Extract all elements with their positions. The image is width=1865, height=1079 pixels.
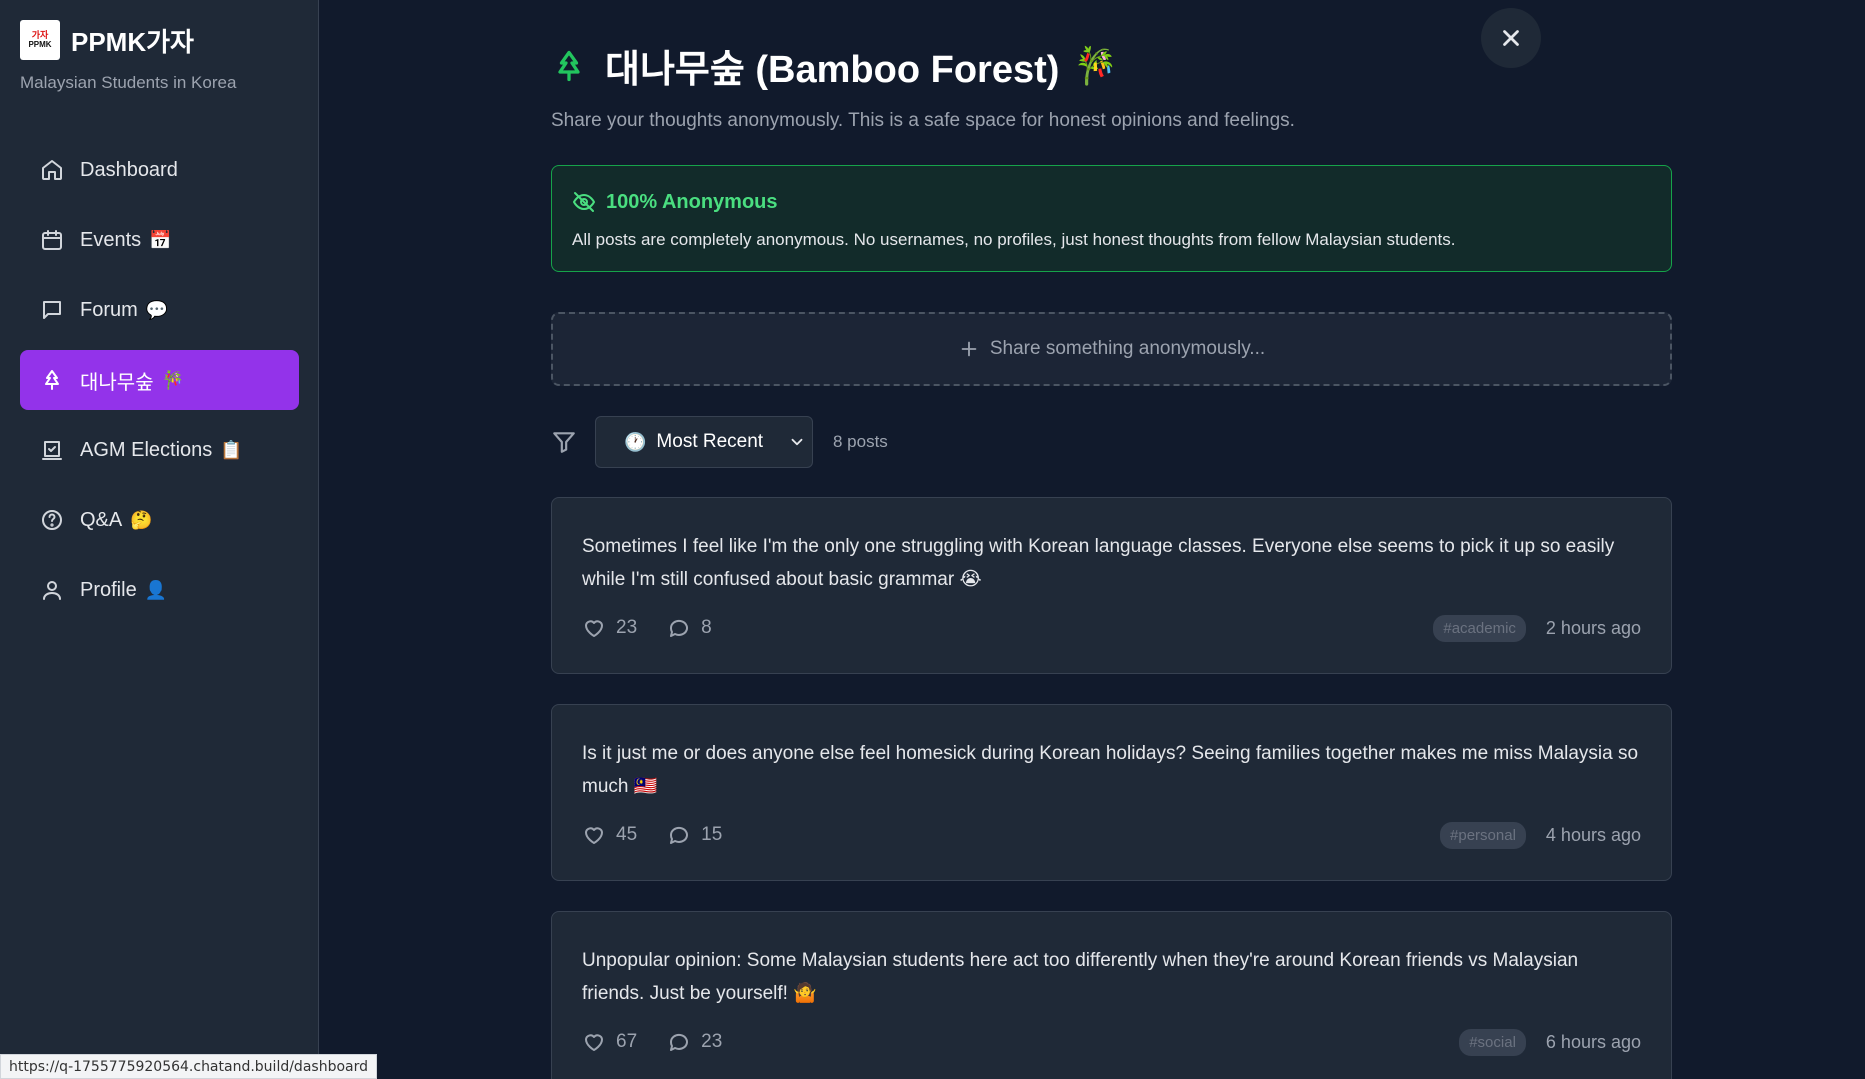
clock-icon: 🕐: [624, 431, 647, 452]
post-list: Sometimes I feel like I'm the only one s…: [551, 497, 1672, 1079]
share-label: Share something anonymously...: [989, 338, 1266, 359]
page-title: 대나무숲 (Bamboo Forest): [605, 49, 1060, 91]
post-card[interactable]: Is it just me or does anyone else feel h…: [551, 704, 1672, 881]
sidebar-item-label: Forum: [80, 298, 138, 321]
post-actions: 67 23: [582, 1030, 752, 1054]
sidebar-item-qna[interactable]: Q&A 🤔: [20, 490, 299, 550]
sidebar-item-dashboard[interactable]: Dashboard: [20, 140, 299, 200]
post-timestamp: 4 hours ago: [1545, 825, 1641, 845]
close-icon: [1503, 30, 1519, 46]
bamboo-emoji-icon: 🎋: [1073, 44, 1119, 86]
like-button[interactable]: 23: [582, 616, 637, 640]
comment-count: 8: [701, 617, 712, 638]
comment-icon: [670, 1033, 689, 1051]
post-card[interactable]: Unpopular opinion: Some Malaysian studen…: [551, 911, 1672, 1079]
user-icon: [43, 581, 61, 600]
post-timestamp: 2 hours ago: [1545, 618, 1641, 638]
sidebar-nav: Dashboard Events 📅 Forum 💬 대나무숲 🎋 AGM El…: [20, 140, 299, 630]
sidebar-item-label: Profile: [80, 578, 137, 601]
sidebar-item-profile[interactable]: Profile 👤: [20, 560, 299, 620]
sidebar-item-label: AGM Elections: [80, 438, 213, 461]
heart-icon: [585, 620, 603, 637]
brand-subtitle: Malaysian Students in Korea: [20, 73, 237, 92]
sidebar: 가자 PPMK PPMK가자 Malaysian Students in Kor…: [0, 0, 319, 1079]
post-tag[interactable]: #social: [1459, 1029, 1526, 1056]
logo-text-top: 가자: [31, 30, 49, 40]
anonymous-notice: 100% Anonymous All posts are completely …: [551, 165, 1672, 272]
vote-icon: [42, 441, 62, 460]
brand-name: PPMK가자: [71, 26, 194, 57]
clipboard-emoji-icon: 📋: [220, 439, 243, 460]
brand[interactable]: 가자 PPMK PPMK가자: [20, 20, 194, 60]
sidebar-item-label: Events: [80, 228, 142, 251]
anonymous-notice-header: 100% Anonymous: [572, 190, 778, 214]
post-actions: 45 15: [582, 823, 752, 847]
post-meta: #personal 4 hours ago: [1440, 822, 1641, 849]
sidebar-item-agm-elections[interactable]: AGM Elections 📋: [20, 420, 299, 480]
sidebar-item-bamboo-forest[interactable]: 대나무숲 🎋: [20, 350, 299, 410]
post-text: Sometimes I feel like I'm the only one s…: [582, 536, 1615, 590]
comment-icon: [670, 619, 689, 637]
comment-count: 23: [701, 1031, 723, 1052]
sidebar-item-label: 대나무숲: [80, 371, 154, 394]
post-tag[interactable]: #academic: [1433, 615, 1526, 642]
page-header: 대나무숲 (Bamboo Forest) 🎋: [551, 38, 1118, 93]
user-emoji-icon: 👤: [144, 579, 168, 600]
bamboo-emoji-icon: 🎋: [161, 369, 185, 390]
share-anonymously-button[interactable]: Share something anonymously...: [551, 312, 1672, 386]
sidebar-item-events[interactable]: Events 📅: [20, 210, 299, 270]
comment-icon: [670, 826, 689, 844]
anonymous-notice-title: 100% Anonymous: [606, 190, 778, 213]
post-tag[interactable]: #personal: [1440, 822, 1526, 849]
message-square-icon: [43, 301, 61, 319]
sidebar-item-label: Dashboard: [80, 158, 178, 181]
status-bar-url: https://q-1755775920564.chatand.build/da…: [0, 1054, 377, 1079]
brand-logo: 가자 PPMK: [20, 20, 60, 60]
post-count: 8 posts: [833, 432, 888, 451]
sidebar-item-label: Q&A: [80, 508, 123, 531]
post-text: Unpopular opinion: Some Malaysian studen…: [582, 950, 1579, 1004]
sort-select[interactable]: 🕐 Most Recent: [595, 416, 813, 468]
tree-icon: [558, 50, 580, 81]
chevron-down-icon: [791, 438, 803, 446]
comment-button[interactable]: 15: [667, 823, 722, 847]
sort-select-value: Most Recent: [656, 431, 764, 452]
post-timestamp: 6 hours ago: [1545, 1032, 1641, 1052]
logo-text-bottom: PPMK: [28, 40, 52, 49]
thinking-emoji-icon: 🤔: [130, 509, 153, 530]
heart-icon: [585, 827, 603, 844]
eye-off-icon: [573, 192, 595, 212]
heart-icon: [585, 1034, 603, 1051]
speech-bubble-emoji-icon: 💬: [145, 299, 169, 320]
calendar-icon: [42, 230, 62, 250]
like-count: 45: [616, 824, 638, 845]
like-count: 67: [616, 1031, 638, 1052]
like-button[interactable]: 45: [582, 823, 637, 847]
tree-icon: [45, 370, 59, 390]
app-root: 가자 PPMK PPMK가자 Malaysian Students in Kor…: [0, 0, 1865, 1079]
calendar-emoji-icon: 📅: [149, 229, 172, 250]
like-count: 23: [616, 617, 638, 638]
comment-button[interactable]: 23: [667, 1030, 722, 1054]
home-icon: [42, 160, 62, 180]
filter-bar: 🕐 Most Recent 8 posts: [551, 416, 888, 468]
plus-icon: [961, 341, 977, 357]
post-meta: #social 6 hours ago: [1459, 1029, 1641, 1056]
like-button[interactable]: 67: [582, 1030, 637, 1054]
comment-count: 15: [701, 824, 723, 845]
filter-icon: [553, 432, 575, 453]
post-meta: #academic 2 hours ago: [1433, 615, 1641, 642]
post-text: Is it just me or does anyone else feel h…: [582, 743, 1639, 797]
sidebar-item-forum[interactable]: Forum 💬: [20, 280, 299, 340]
help-circle-icon: [42, 510, 62, 530]
comment-button[interactable]: 8: [667, 616, 712, 640]
anonymous-notice-text: All posts are completely anonymous. No u…: [572, 230, 1456, 249]
close-button[interactable]: [1481, 8, 1541, 68]
post-card[interactable]: Sometimes I feel like I'm the only one s…: [551, 497, 1672, 674]
post-actions: 23 8: [582, 616, 742, 640]
page-subtitle: Share your thoughts anonymously. This is…: [551, 110, 1295, 131]
